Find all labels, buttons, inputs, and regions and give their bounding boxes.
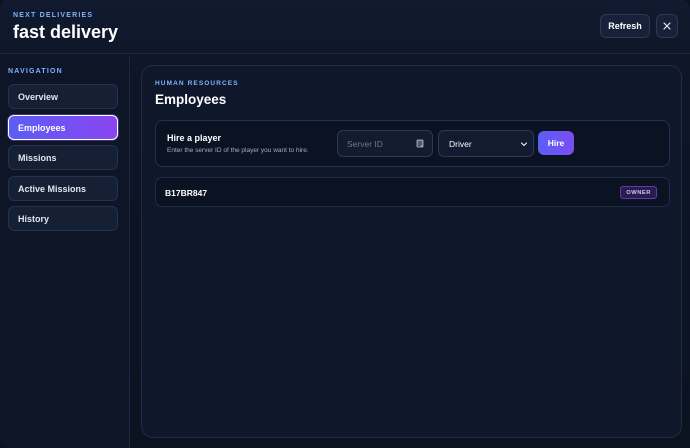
employee-id: B17BR847	[165, 188, 208, 198]
chevron-down-icon	[520, 142, 528, 147]
header: NEXT DELIVERIES fast delivery Refresh	[0, 0, 690, 54]
refresh-button[interactable]: Refresh	[600, 14, 650, 38]
section-eyebrow: HUMAN RESOURCES	[155, 80, 239, 87]
sidebar-item-active-missions[interactable]: Active Missions	[8, 176, 118, 201]
app-title: fast delivery	[13, 22, 119, 42]
status-badge: OWNER	[620, 186, 657, 199]
role-select[interactable]: Driver	[438, 130, 534, 157]
hire-card-title: Hire a player	[167, 133, 222, 143]
main-panel: HUMAN RESOURCES Employees Hire a player …	[141, 65, 682, 438]
app-window: NEXT DELIVERIES fast delivery Refresh NA…	[0, 0, 690, 448]
hire-player-card: Hire a player Enter the server ID of the…	[155, 120, 670, 167]
sidebar-section-label: NAVIGATION	[8, 68, 63, 75]
close-button[interactable]	[656, 14, 678, 38]
sidebar-item-history[interactable]: History	[8, 206, 118, 231]
table-row[interactable]: B17BR847 OWNER	[155, 177, 670, 207]
hire-card-description: Enter the server ID of the player you wa…	[167, 147, 309, 154]
sidebar-item-employees[interactable]: Employees	[8, 115, 118, 140]
page-title: Employees	[155, 92, 227, 107]
close-icon	[663, 22, 671, 30]
hire-button[interactable]: Hire	[538, 131, 574, 155]
sidebar-item-overview[interactable]: Overview	[8, 84, 118, 109]
sidebar: NAVIGATION Overview Employees Missions A…	[0, 55, 130, 448]
id-card-icon	[416, 139, 424, 148]
role-select-value: Driver	[449, 138, 472, 149]
header-eyebrow: NEXT DELIVERIES	[13, 12, 94, 19]
sidebar-item-missions[interactable]: Missions	[8, 145, 118, 170]
